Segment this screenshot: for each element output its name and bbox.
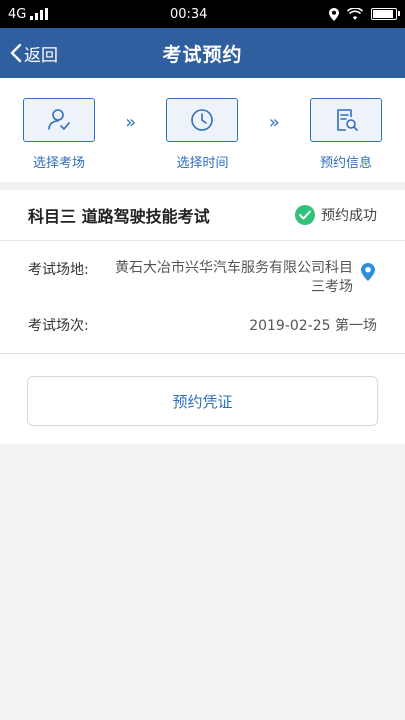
battery-icon (370, 8, 400, 20)
document-search-icon (337, 109, 358, 131)
status-time: 00:34 (169, 6, 208, 22)
user-check-icon (48, 109, 70, 130)
booking-steps: 选择考场 » 选择时间 » 预约信息 (0, 78, 405, 182)
session-row: 考试场次: 2019-02-25 第一场 (0, 315, 405, 354)
battery-fill (372, 10, 394, 18)
step-label: 选择时间 (176, 156, 229, 171)
status-right (328, 7, 400, 21)
check-circle-icon (295, 205, 315, 225)
session-label: 考试场次: (28, 318, 89, 334)
status-left: 4G (8, 6, 49, 22)
booking-card: 科目三 道路驾驶技能考试 预约成功 考试场地: 黄石大冶市兴华汽车服务有限公司科… (0, 190, 405, 444)
venue-value: 黄石大冶市兴华汽车服务有限公司科目三考场 (115, 260, 353, 295)
step-icon-box (23, 98, 95, 142)
signal-icon (30, 8, 49, 20)
step-booking-info[interactable]: 预约信息 (309, 98, 383, 171)
location-status-icon (328, 7, 339, 21)
step-select-time[interactable]: 选择时间 (165, 98, 239, 171)
exam-header: 科目三 道路驾驶技能考试 预约成功 (0, 190, 405, 241)
step-label: 预约信息 (319, 156, 372, 171)
step-icon-box (166, 98, 239, 142)
back-button[interactable]: 返回 (10, 28, 58, 78)
page-title: 考试预约 (162, 43, 243, 66)
nav-bar: 返回 考试预约 (0, 28, 405, 78)
step-label: 选择考场 (32, 156, 85, 171)
session-value: 2019-02-25 第一场 (249, 318, 377, 334)
status-badge: 预约成功 (295, 205, 377, 225)
booking-voucher-button[interactable]: 预约凭证 (27, 376, 378, 426)
network-type: 4G (8, 6, 27, 22)
status-text: 预约成功 (321, 208, 377, 224)
wifi-icon (346, 8, 363, 20)
status-bar: 4G 00:34 (0, 0, 405, 28)
step-select-venue[interactable]: 选择考场 (22, 98, 96, 171)
venue-row: 考试场地: 黄石大冶市兴华汽车服务有限公司科目三考场 (0, 259, 405, 297)
back-label: 返回 (24, 45, 58, 66)
exam-title: 科目三 道路驾驶技能考试 (28, 207, 210, 226)
map-pin-icon[interactable] (361, 259, 377, 297)
chevron-left-icon (10, 43, 22, 63)
double-chevron-icon: » (125, 112, 137, 133)
clock-icon (191, 109, 214, 131)
double-chevron-icon: » (268, 112, 280, 133)
step-icon-box (309, 98, 382, 142)
venue-label: 考试场地: (28, 262, 89, 278)
